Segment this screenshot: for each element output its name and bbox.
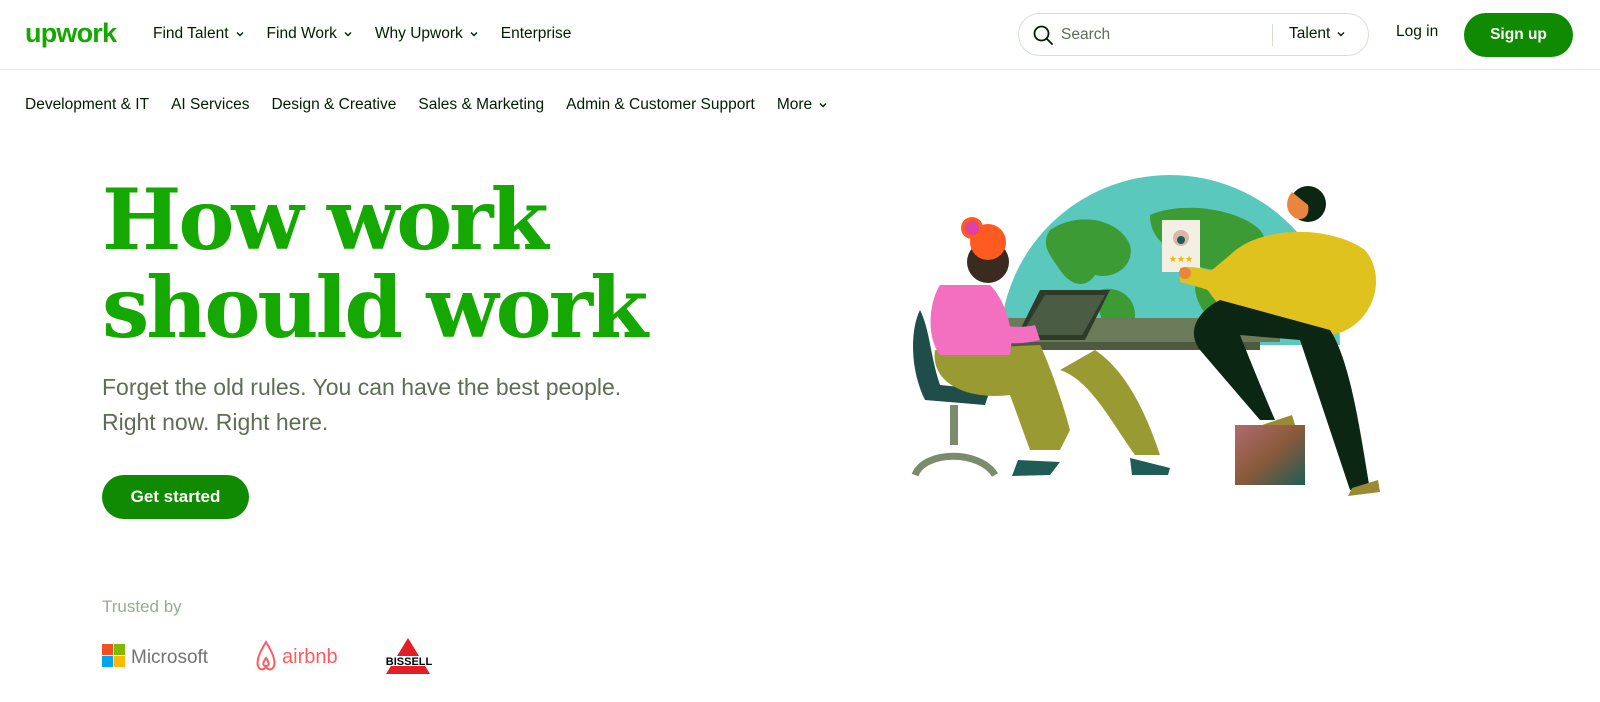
bissell-logo: BISSELL	[378, 636, 442, 676]
svg-text:Microsoft: Microsoft	[131, 647, 209, 668]
search-bar: Talent	[1018, 13, 1369, 56]
hero-subtitle-line2: Right now. Right here.	[102, 409, 329, 435]
nav-why-upwork[interactable]: Why Upwork	[375, 22, 479, 46]
category-ai-services[interactable]: AI Services	[171, 94, 249, 116]
chevron-down-icon	[235, 29, 245, 39]
hero-title: How work should work	[102, 176, 662, 352]
category-design-creative[interactable]: Design & Creative	[271, 94, 396, 116]
login-link[interactable]: Log in	[1396, 23, 1438, 41]
nav-find-talent[interactable]: Find Talent	[153, 22, 245, 46]
nav-label: Why Upwork	[374, 25, 463, 42]
svg-text:BISSELL: BISSELL	[386, 656, 433, 668]
svg-text:airbnb: airbnb	[282, 646, 338, 668]
logo-text: upwork	[25, 18, 117, 48]
nav-label: Enterprise	[500, 25, 572, 42]
search-scope-label: Talent	[1289, 25, 1331, 42]
chevron-down-icon	[818, 100, 828, 110]
search-scope-dropdown[interactable]: Talent	[1289, 25, 1346, 43]
hero-illustration: ★★★	[900, 170, 1420, 520]
chevron-down-icon	[1336, 29, 1346, 39]
category-more[interactable]: More	[777, 94, 828, 116]
nav-enterprise[interactable]: Enterprise	[501, 22, 572, 46]
search-input[interactable]	[1061, 24, 1271, 46]
upwork-logo[interactable]: upwork	[25, 18, 117, 48]
search-divider	[1272, 24, 1273, 46]
category-nav: Development & IT AI Services Design & Cr…	[25, 94, 850, 116]
search-icon[interactable]	[1032, 24, 1054, 46]
category-development-it[interactable]: Development & IT	[25, 94, 149, 116]
nav-label: Find Talent	[153, 25, 229, 42]
category-more-label: More	[776, 96, 813, 113]
nav-find-work[interactable]: Find Work	[267, 22, 353, 46]
signup-button[interactable]: Sign up	[1464, 13, 1573, 57]
chevron-down-icon	[343, 29, 353, 39]
main-nav: Find Talent Find Work Why Upwork Enterpr…	[153, 22, 593, 46]
category-sales-marketing[interactable]: Sales & Marketing	[418, 94, 544, 116]
hero-title-line1: How work	[102, 170, 549, 269]
trusted-by-label: Trusted by	[102, 597, 182, 616]
get-started-button[interactable]: Get started	[102, 475, 249, 519]
nav-label: Find Work	[266, 25, 337, 42]
svg-text:★★★: ★★★	[1169, 255, 1193, 265]
hero-subtitle-line1: Forget the old rules. You can have the b…	[102, 374, 622, 400]
category-admin-support[interactable]: Admin & Customer Support	[566, 94, 755, 116]
top-navigation-bar: upwork Find Talent Find Work Why Upwork …	[0, 0, 1600, 70]
hero-title-line2: should work	[102, 258, 648, 357]
hero-subtitle: Forget the old rules. You can have the b…	[102, 370, 662, 440]
chevron-down-icon	[469, 29, 479, 39]
airbnb-logo: airbnb	[254, 636, 346, 676]
microsoft-logo: Microsoft	[102, 636, 220, 676]
